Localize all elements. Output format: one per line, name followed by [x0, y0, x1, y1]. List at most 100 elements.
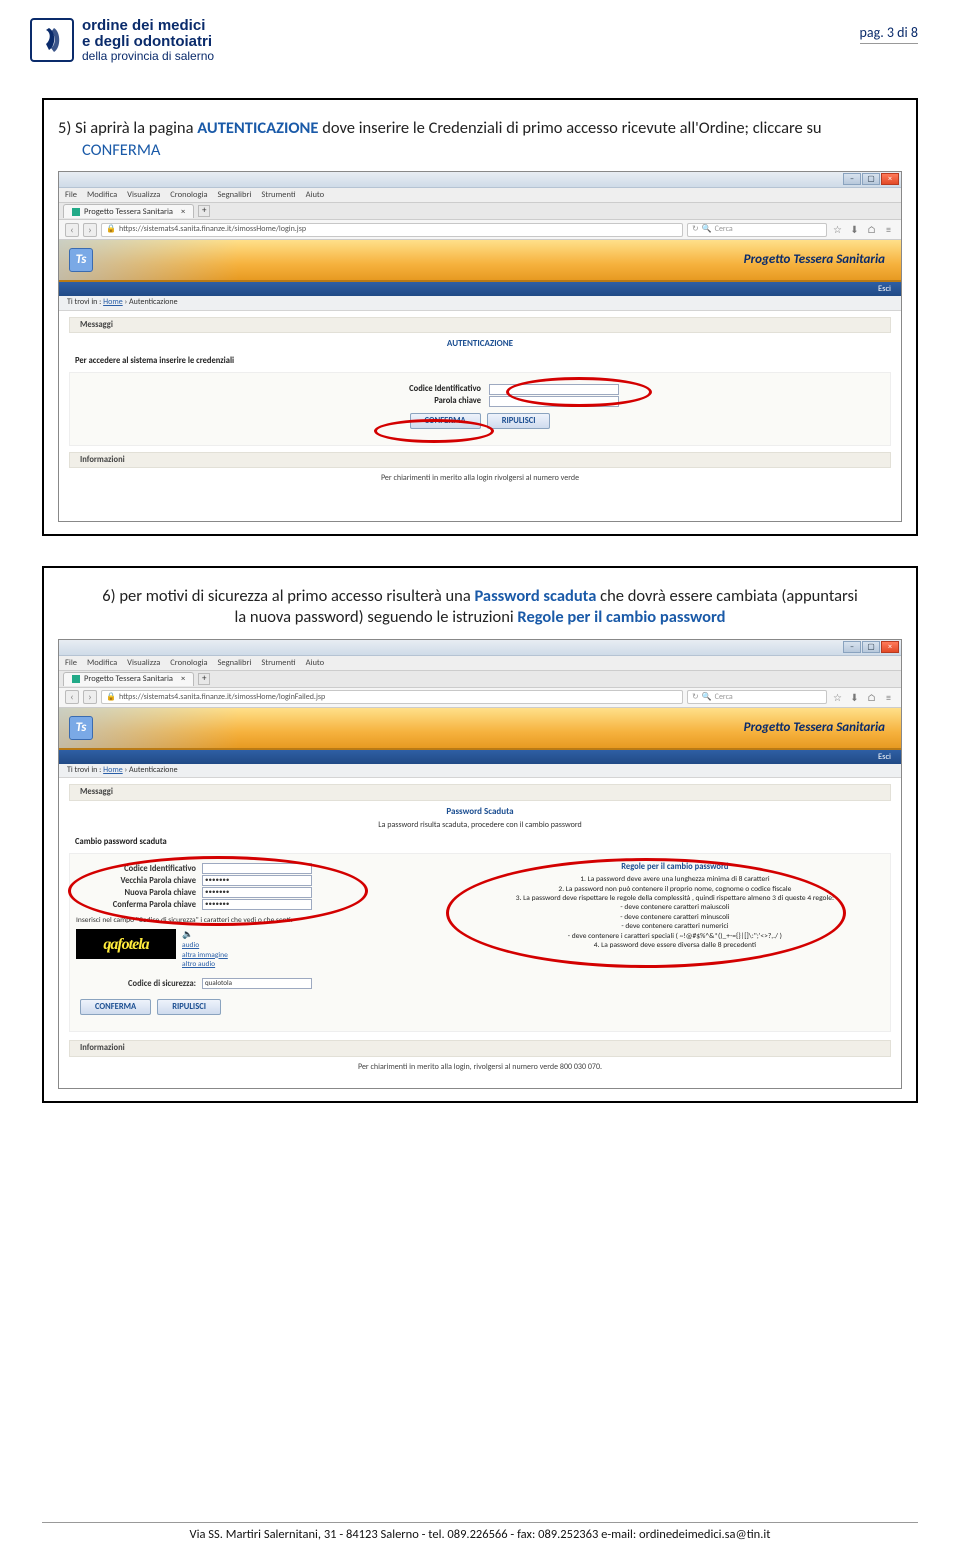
pwd-expired-title: Password Scaduta: [69, 803, 891, 822]
menu-edit[interactable]: Modifica: [87, 190, 117, 200]
input-codice-id[interactable]: [202, 863, 312, 874]
new-tab-button[interactable]: +: [198, 673, 210, 685]
browser-tab[interactable]: Progetto Tessera Sanitaria ×: [63, 672, 194, 686]
menu-bookmarks[interactable]: Segnalibri: [217, 658, 251, 668]
ripulisci-button[interactable]: RIPULISCI: [487, 413, 551, 429]
star-icon[interactable]: ☆: [831, 691, 844, 704]
close-icon[interactable]: ×: [881, 641, 899, 653]
tab-title: Progetto Tessera Sanitaria: [84, 207, 173, 217]
input-confirm-pw[interactable]: •••••••: [202, 899, 312, 910]
step5-text: 5) Si aprirà la pagina AUTENTICAZIONE do…: [58, 118, 902, 161]
download-icon[interactable]: ⬇: [848, 223, 861, 236]
messaggi-label: Messaggi: [69, 317, 891, 333]
input-codice-sicurezza[interactable]: qualotola: [202, 978, 312, 989]
new-tab-button[interactable]: +: [198, 205, 210, 217]
download-icon[interactable]: ⬇: [848, 691, 861, 704]
refresh-icon: ↻: [692, 693, 699, 703]
menu-file[interactable]: File: [65, 190, 77, 200]
tab-close-icon[interactable]: ×: [181, 674, 185, 684]
org-logo-text: ordine dei medici e degli odontoiatri de…: [82, 18, 214, 62]
captcha-links: 🔈 audio altra immagine altro audio: [182, 929, 228, 970]
minimize-icon[interactable]: –: [843, 173, 861, 185]
label-codice-sicurezza: Codice di sicurezza:: [76, 979, 196, 989]
conferma-button[interactable]: CONFERMA: [80, 999, 151, 1015]
input-new-pw[interactable]: •••••••: [202, 887, 312, 898]
tab-close-icon[interactable]: ×: [181, 207, 185, 217]
rules-text: 1. La password deve avere una lunghezza …: [466, 875, 884, 950]
pwd-footer-note: Per chiarimenti in merito alla login, ri…: [69, 1059, 891, 1081]
menu-history[interactable]: Cronologia: [170, 658, 207, 668]
esci-link[interactable]: Esci: [878, 284, 891, 294]
tab-row: Progetto Tessera Sanitaria × +: [59, 203, 901, 220]
esci-link[interactable]: Esci: [878, 752, 891, 762]
browser-tab[interactable]: Progetto Tessera Sanitaria ×: [63, 204, 194, 218]
tab-favicon-icon: [72, 675, 80, 683]
label-parola-chiave: Parola chiave: [341, 396, 481, 407]
menu-help[interactable]: Aiuto: [306, 190, 325, 200]
menu-help[interactable]: Aiuto: [306, 658, 325, 668]
menu-view[interactable]: Visualizza: [127, 190, 160, 200]
label-codice-id: Codice Identificativo: [76, 864, 196, 874]
input-parola-chiave[interactable]: [489, 396, 619, 407]
refresh-icon: ↻: [692, 225, 699, 235]
step6-card: 6) per motivi di sicurezza al primo acce…: [42, 566, 918, 1104]
search-icon-label: 🔍: [702, 225, 712, 235]
blue-subbar: Esci: [59, 282, 901, 296]
ripulisci-button[interactable]: RIPULISCI: [157, 999, 221, 1015]
search-field[interactable]: ↻ 🔍 Cerca: [687, 690, 827, 704]
menu-bookmarks[interactable]: Segnalibri: [217, 190, 251, 200]
site-title: Progetto Tessera Sanitaria: [744, 720, 885, 736]
back-icon[interactable]: ‹: [65, 223, 79, 237]
input-old-pw[interactable]: •••••••: [202, 875, 312, 886]
informazioni-label: Informazioni: [69, 452, 891, 468]
close-icon[interactable]: ×: [881, 173, 899, 185]
blue-subbar: Esci: [59, 750, 901, 764]
forward-icon[interactable]: ›: [83, 223, 97, 237]
auth-content: Messaggi AUTENTICAZIONE Per accedere al …: [59, 311, 901, 521]
crumb-home-link[interactable]: Home: [103, 765, 123, 775]
search-field[interactable]: ↻ 🔍 Cerca: [687, 223, 827, 237]
maximize-icon[interactable]: ▢: [862, 641, 880, 653]
url-field[interactable]: 🔒 https://sistemats4.sanita.finanze.it/s…: [101, 690, 683, 704]
forward-icon[interactable]: ›: [83, 690, 97, 704]
captcha-newimg-link[interactable]: altra immagine: [182, 951, 228, 961]
maximize-icon[interactable]: ▢: [862, 173, 880, 185]
tab-row: Progetto Tessera Sanitaria × +: [59, 671, 901, 688]
star-icon[interactable]: ☆: [831, 223, 844, 236]
menu-file[interactable]: File: [65, 658, 77, 668]
logo-line1: ordine dei medici: [82, 18, 214, 34]
label-old-pw: Vecchia Parola chiave: [76, 876, 196, 886]
cambio-pwd-label: Cambio password scaduta: [69, 835, 891, 853]
url-toolbar: ‹ › 🔒 https://sistemats4.sanita.finanze.…: [59, 688, 901, 708]
label-codice-id: Codice Identificativo: [341, 384, 481, 395]
home-icon[interactable]: ⌂: [865, 223, 878, 236]
menu-icon[interactable]: ≡: [882, 691, 895, 704]
label-confirm-pw: Conferma Parola chiave: [76, 900, 196, 910]
home-icon[interactable]: ⌂: [865, 691, 878, 704]
minimize-icon[interactable]: –: [843, 641, 861, 653]
url-toolbar: ‹ › 🔒 https://sistemats4.sanita.finanze.…: [59, 220, 901, 240]
informazioni-label: Informazioni: [69, 1040, 891, 1056]
input-codice-id[interactable]: [489, 384, 619, 395]
captcha-audio-link[interactable]: audio: [182, 941, 228, 951]
menu-view[interactable]: Visualizza: [127, 658, 160, 668]
pwd-content: Messaggi Password Scaduta La password ri…: [59, 778, 901, 1088]
back-icon[interactable]: ‹: [65, 690, 79, 704]
captcha-newaudio-link[interactable]: altro audio: [182, 960, 228, 970]
ts-logo-icon: Ts: [69, 248, 93, 272]
menu-history[interactable]: Cronologia: [170, 190, 207, 200]
search-icon-label: 🔍: [702, 693, 712, 703]
conferma-button[interactable]: CONFERMA: [410, 413, 481, 429]
crumb-home-link[interactable]: Home: [103, 297, 123, 307]
logo-line3: della provincia di salerno: [82, 50, 214, 63]
menu-tools[interactable]: Strumenti: [261, 658, 295, 668]
menu-icon[interactable]: ≡: [882, 223, 895, 236]
screenshot2-browser: – ▢ × File Modifica Visualizza Cronologi…: [58, 639, 902, 1090]
menu-tools[interactable]: Strumenti: [261, 190, 295, 200]
lock-icon: 🔒: [106, 693, 116, 703]
menu-edit[interactable]: Modifica: [87, 658, 117, 668]
url-field[interactable]: 🔒 https://sistemats4.sanita.finanze.it/s…: [101, 223, 683, 237]
window-titlebar: – ▢ ×: [59, 172, 901, 188]
site-title: Progetto Tessera Sanitaria: [744, 252, 885, 268]
step5-card: 5) Si aprirà la pagina AUTENTICAZIONE do…: [42, 98, 918, 536]
